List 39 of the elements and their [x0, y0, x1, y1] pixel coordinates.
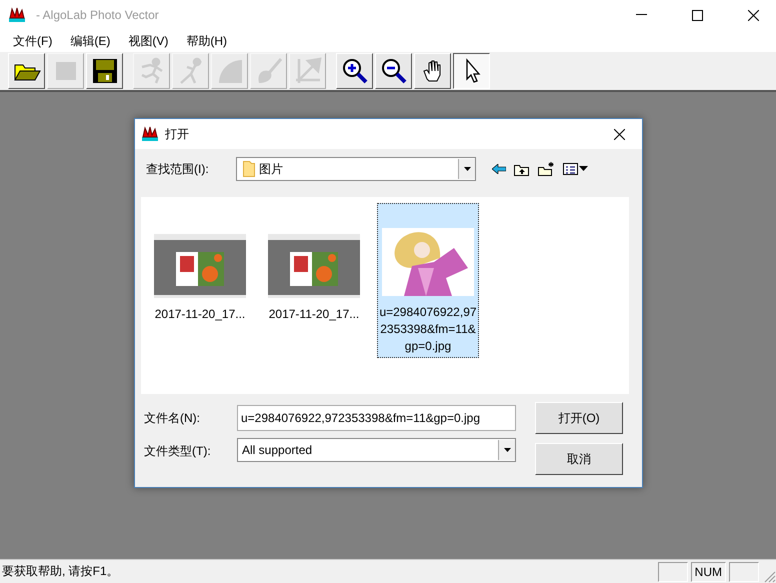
status-text: 要获取帮助, 请按F1。 — [2, 563, 120, 580]
app-icon — [141, 126, 159, 142]
view-menu-icon[interactable] — [563, 163, 589, 175]
file-type-dropdown[interactable]: All supported — [237, 438, 516, 462]
look-in-label: 查找范围(I): — [146, 160, 210, 178]
window-title: - AlgoLab Photo Vector — [36, 8, 160, 22]
up-folder-icon[interactable] — [514, 162, 530, 176]
menu-item[interactable]: 编辑(E) — [61, 32, 120, 50]
file-type-label: 文件类型(T): — [144, 443, 212, 460]
minimize-icon — [636, 14, 646, 16]
menu-item[interactable]: 文件(F) — [4, 32, 62, 50]
open-button[interactable]: 打开(O) — [535, 402, 623, 434]
filename-label: 文件名(N): — [144, 410, 201, 426]
caret-icon — [504, 448, 510, 452]
status-indicator: NUM — [690, 562, 726, 582]
close-icon — [748, 10, 758, 20]
look-in-dropdown[interactable]: 图片 — [236, 157, 476, 181]
maximize-icon — [692, 10, 702, 20]
status-panel — [729, 562, 759, 582]
zoom-in-icon — [340, 57, 368, 85]
app-icon — [8, 7, 26, 23]
folder-icon — [243, 161, 255, 177]
file-item[interactable]: 2017-11-20_17... — [263, 203, 365, 326]
toolbar-button[interactable] — [453, 53, 490, 89]
resize-grip-icon — [762, 569, 776, 583]
diagonal-arrow-icon — [294, 57, 322, 85]
menu-item[interactable]: 帮助(H) — [177, 32, 236, 50]
status-panel — [658, 562, 688, 582]
file-item[interactable]: u=2984076922,972353398&fm=11&gp=0.jpg — [377, 203, 479, 358]
dialog-title: 打开 — [165, 126, 190, 142]
close-icon — [614, 128, 624, 140]
caret-icon — [464, 167, 470, 171]
filename-field[interactable]: u=2984076922,972353398&fm=11&gp=0.jpg — [237, 405, 516, 431]
new-folder-icon[interactable] — [538, 162, 555, 176]
file-item[interactable]: 2017-11-20_17... — [149, 203, 251, 326]
menu-item[interactable]: 视图(V) — [119, 32, 178, 50]
cancel-button[interactable]: 取消 — [535, 443, 623, 475]
zoom-out-icon — [380, 57, 408, 85]
back-arrow-icon[interactable] — [492, 164, 506, 174]
